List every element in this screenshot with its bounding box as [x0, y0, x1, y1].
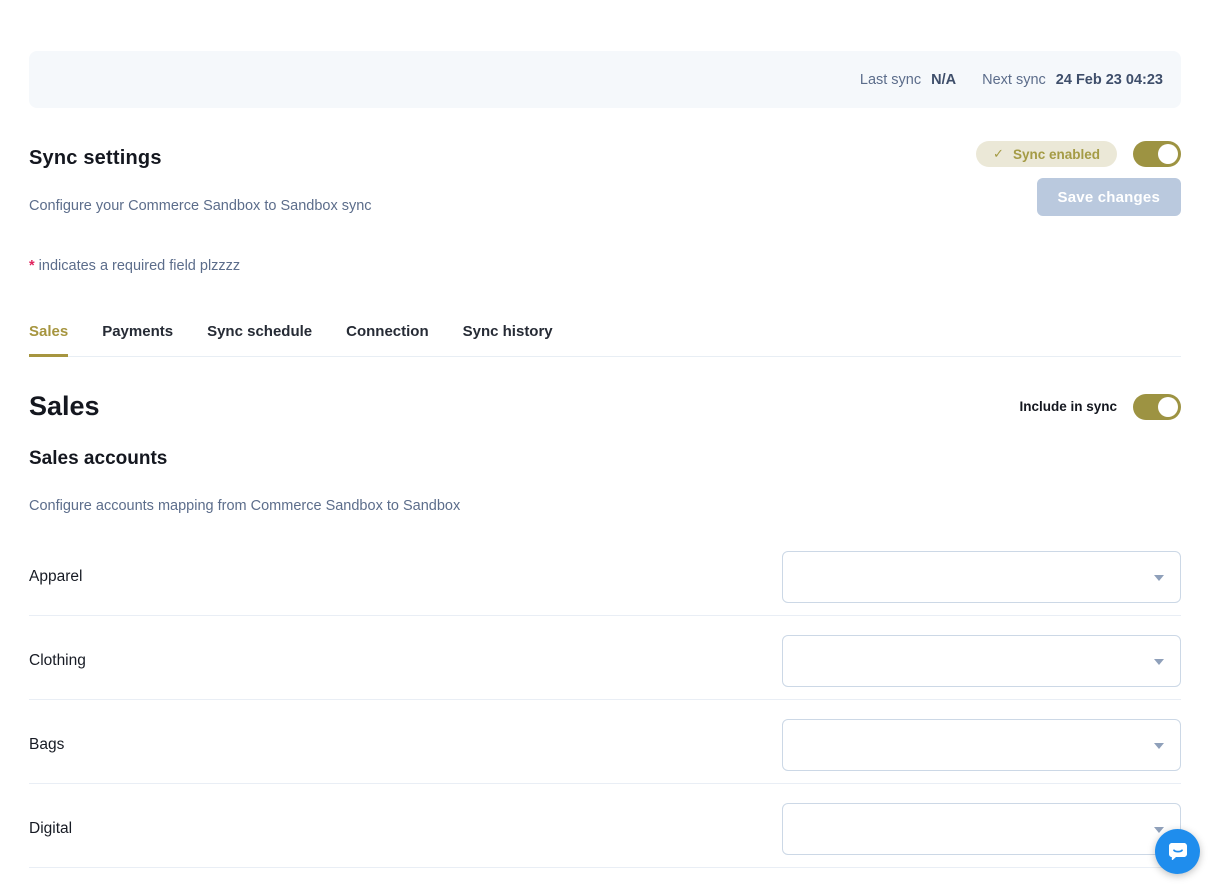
section-title: Sales [29, 391, 100, 422]
include-in-sync-toggle[interactable] [1133, 394, 1181, 420]
last-sync-value: N/A [931, 72, 956, 88]
row-label: Apparel [29, 568, 82, 586]
chevron-down-icon [1154, 743, 1164, 749]
account-select-digital[interactable] [782, 803, 1181, 855]
mapping-row-bags: Bags [29, 700, 1181, 784]
sync-enabled-label: Sync enabled [1013, 147, 1100, 162]
tab-sync-schedule[interactable]: Sync schedule [207, 323, 312, 357]
row-label: Clothing [29, 652, 86, 670]
toggle-knob [1158, 144, 1178, 164]
tab-connection[interactable]: Connection [346, 323, 429, 357]
tab-sync-history[interactable]: Sync history [463, 323, 553, 357]
chevron-down-icon [1154, 827, 1164, 833]
required-field-note: * indicates a required field plzzzz [29, 258, 1181, 274]
chevron-down-icon [1154, 575, 1164, 581]
tab-sales[interactable]: Sales [29, 323, 68, 357]
chevron-down-icon [1154, 659, 1164, 665]
subsection-title: Sales accounts [29, 448, 1181, 470]
save-changes-button[interactable]: Save changes [1037, 178, 1181, 216]
account-select-bags[interactable] [782, 719, 1181, 771]
account-select-clothing[interactable] [782, 635, 1181, 687]
mapping-row-clothing: Clothing [29, 616, 1181, 700]
chat-bubble-icon [1166, 840, 1190, 864]
check-icon: ✓ [993, 146, 1004, 162]
sync-enabled-badge: ✓ Sync enabled [976, 141, 1117, 167]
page-title: Sync settings [29, 147, 372, 170]
accounts-mapping-list: Apparel Clothing Bags Digital Hoodies [29, 532, 1181, 886]
toggle-knob [1158, 397, 1178, 417]
last-sync-label: Last sync [860, 72, 921, 88]
page-subtitle: Configure your Commerce Sandbox to Sandb… [29, 198, 372, 214]
mapping-row-apparel: Apparel [29, 532, 1181, 616]
mapping-row-hoodies: Hoodies [29, 868, 1181, 886]
settings-tabs: Sales Payments Sync schedule Connection … [29, 323, 1181, 357]
include-in-sync-label: Include in sync [1019, 399, 1117, 414]
chat-launcher-button[interactable] [1155, 829, 1200, 874]
next-sync-value: 24 Feb 23 04:23 [1056, 72, 1163, 88]
row-label: Bags [29, 736, 64, 754]
mapping-row-digital: Digital [29, 784, 1181, 868]
subsection-subtitle: Configure accounts mapping from Commerce… [29, 498, 1181, 514]
sync-enabled-toggle[interactable] [1133, 141, 1181, 167]
row-label: Digital [29, 820, 72, 838]
sync-status-bar: Last sync N/A Next sync 24 Feb 23 04:23 [29, 51, 1181, 108]
tab-payments[interactable]: Payments [102, 323, 173, 357]
next-sync-label: Next sync [982, 72, 1046, 88]
account-select-apparel[interactable] [782, 551, 1181, 603]
